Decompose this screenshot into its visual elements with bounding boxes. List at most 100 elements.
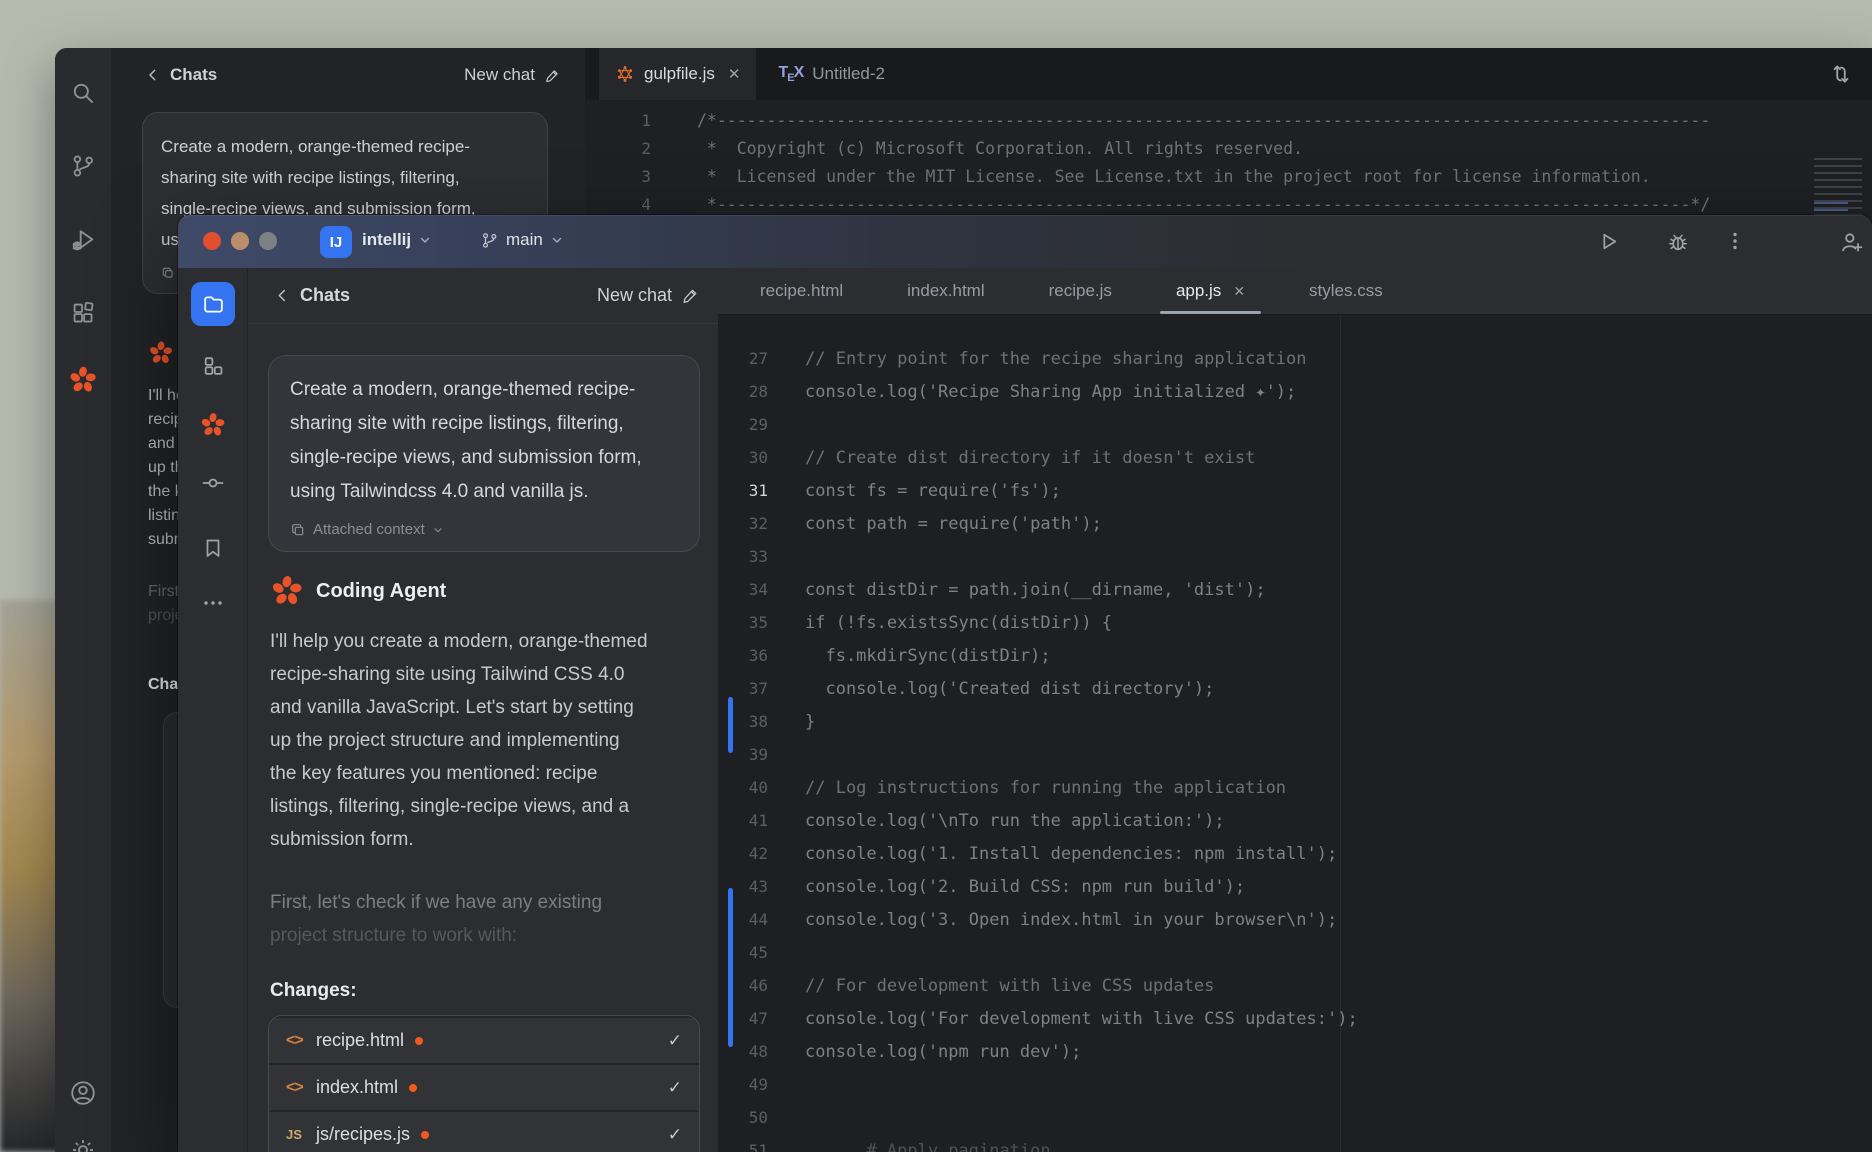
line-text: fs.mkdirSync(distDir);	[805, 646, 1051, 666]
line-number[interactable]: 29	[718, 415, 768, 434]
line-number[interactable]: 28	[718, 382, 768, 401]
code-line: 4 *-------------------------------------…	[585, 190, 1872, 218]
line-number[interactable]: 46	[718, 976, 768, 995]
line-number[interactable]: 39	[718, 745, 768, 764]
line-number[interactable]: 27	[718, 349, 768, 368]
tab-label: styles.css	[1309, 281, 1383, 301]
tool-window-strip	[178, 268, 248, 1152]
source-control-icon[interactable]	[70, 153, 97, 180]
window-minimize-button[interactable]	[231, 232, 249, 250]
line-text: /*--------------------------------------…	[697, 111, 1710, 130]
changed-file-row[interactable]: <> recipe.html ✓	[269, 1016, 699, 1063]
extensions-icon[interactable]	[70, 300, 97, 327]
line-number[interactable]: 42	[718, 844, 768, 863]
project-name: intellij	[362, 230, 411, 250]
line-number[interactable]: 50	[718, 1108, 768, 1127]
line-text: // For development with live CSS updates	[805, 976, 1214, 996]
more-dots-icon[interactable]	[201, 591, 225, 615]
editor-tab[interactable]: index.html	[875, 268, 1016, 314]
commit-icon[interactable]	[200, 471, 225, 496]
line-text: console.log('For development with live C…	[805, 1009, 1358, 1029]
run-debug-icon[interactable]	[69, 226, 97, 254]
line-number[interactable]: 49	[718, 1075, 768, 1094]
chats-back-button[interactable]: Chats	[274, 285, 350, 306]
chevron-left-icon	[145, 67, 161, 83]
window-zoom-button[interactable]	[259, 232, 277, 250]
back-code-lines: 1 /*------------------------------------…	[585, 106, 1872, 218]
tab-gulpfile[interactable]: gulpfile.js ✕	[599, 48, 756, 100]
code-line: 33	[718, 540, 1872, 573]
run-icon[interactable]	[1596, 229, 1621, 254]
account-icon[interactable]	[68, 1078, 98, 1108]
line-number[interactable]: 41	[718, 811, 768, 830]
code-line: 32 const path = require('path');	[718, 507, 1872, 540]
line-number[interactable]: 37	[718, 679, 768, 698]
editor-tab[interactable]: styles.css	[1277, 268, 1415, 314]
window-body: Chats New chat Create a modern, orange-t…	[178, 268, 1872, 1152]
new-chat-button[interactable]: New chat	[597, 285, 700, 306]
code-editor[interactable]: recipe.html index.html recipe.js	[718, 268, 1872, 1152]
modules-icon[interactable]	[200, 354, 225, 379]
code-line: 43 console.log('2. Build CSS: npm run bu…	[718, 870, 1872, 903]
file-type-icon: JS	[286, 1127, 316, 1142]
line-number[interactable]: 35	[718, 613, 768, 632]
settings-gear-icon[interactable]	[68, 1135, 98, 1152]
check-icon: ✓	[668, 1125, 682, 1145]
close-icon[interactable]: ✕	[1233, 283, 1245, 300]
editor-tab[interactable]: app.js ✕	[1144, 268, 1277, 314]
editor-tab[interactable]: recipe.html	[728, 268, 875, 314]
attached-context-chip[interactable]: Attached context	[290, 521, 678, 538]
new-chat-button[interactable]: New chat	[464, 65, 561, 85]
back-tab-bar: gulpfile.js ✕ TEX Untitled-2	[585, 48, 1872, 100]
project-selector[interactable]: intellij	[362, 230, 432, 250]
line-number[interactable]: 47	[718, 1009, 768, 1028]
back-chat-header: Chats New chat	[111, 48, 585, 102]
debug-bug-icon[interactable]	[1665, 229, 1691, 255]
branch-icon	[480, 231, 499, 250]
tab-label: recipe.html	[760, 281, 843, 301]
line-number[interactable]: 31	[718, 481, 768, 500]
line-number[interactable]: 32	[718, 514, 768, 533]
agent-flower-icon[interactable]	[68, 365, 98, 395]
title-bar[interactable]: IJ intellij main	[178, 215, 1872, 268]
split-editor-icon[interactable]	[1828, 61, 1854, 87]
line-number[interactable]: 36	[718, 646, 768, 665]
line-number[interactable]: 44	[718, 910, 768, 929]
editor-tab[interactable]: recipe.js	[1017, 268, 1144, 314]
code-line: 47 console.log('For development with liv…	[718, 1002, 1872, 1035]
chat-scroll-area[interactable]: Create a modern, orange-themed recipe- s…	[268, 325, 700, 1152]
bookmark-icon[interactable]	[201, 536, 225, 560]
changed-file-row[interactable]: JS js/recipes.js ✓	[269, 1110, 699, 1152]
close-icon[interactable]: ✕	[728, 65, 741, 83]
line-number[interactable]: 34	[718, 580, 768, 599]
line-number[interactable]: 33	[718, 547, 768, 566]
kebab-menu-icon[interactable]	[1723, 229, 1747, 253]
desktop: Chats New chat Create a modern, orange-t…	[0, 0, 1872, 1152]
line-number[interactable]: 40	[718, 778, 768, 797]
folder-icon	[201, 292, 226, 317]
window-close-button[interactable]	[203, 232, 221, 250]
editor-tab-bar: recipe.html index.html recipe.js	[718, 268, 1872, 315]
branch-selector[interactable]: main	[480, 230, 564, 250]
code-line: 39	[718, 738, 1872, 771]
code-line: 1 /*------------------------------------…	[585, 106, 1872, 134]
code-line: 38 }	[718, 705, 1872, 738]
line-number[interactable]: 30	[718, 448, 768, 467]
chats-back-button[interactable]: Chats	[145, 65, 217, 85]
line-number[interactable]: 38	[718, 712, 768, 731]
line-text: *---------------------------------------…	[697, 195, 1710, 214]
chevron-down-icon	[432, 524, 444, 536]
line-number[interactable]: 43	[718, 877, 768, 896]
line-number[interactable]: 48	[718, 1042, 768, 1061]
app-icon: IJ	[320, 226, 352, 258]
line-text: // Entry point for the recipe sharing ap…	[805, 349, 1307, 369]
line-number[interactable]: 51	[718, 1141, 768, 1152]
line-number[interactable]: 45	[718, 943, 768, 962]
changed-file-row[interactable]: <> index.html ✓	[269, 1063, 699, 1110]
user-message-card: Create a modern, orange-themed recipe- s…	[268, 355, 700, 552]
add-user-icon[interactable]	[1838, 229, 1865, 256]
tab-untitled-2[interactable]: TEX Untitled-2	[756, 48, 907, 100]
search-icon[interactable]	[70, 80, 97, 107]
project-tool-button[interactable]	[191, 282, 235, 326]
agent-flower-icon[interactable]	[199, 412, 226, 439]
